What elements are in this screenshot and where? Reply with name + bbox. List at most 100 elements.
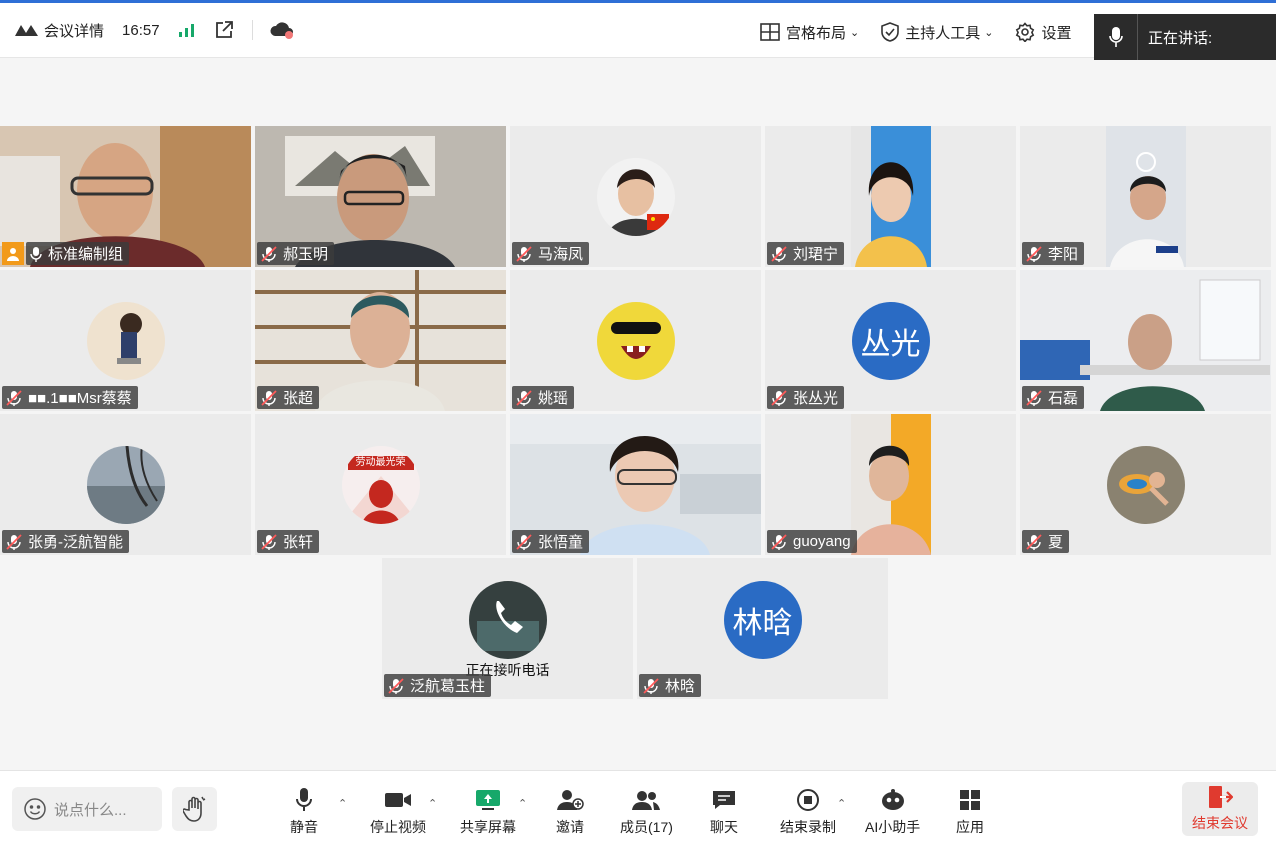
raise-hand-button[interactable] bbox=[172, 787, 217, 831]
speaking-indicator: 正在讲话: bbox=[1094, 14, 1276, 60]
members-label: 成员(17) bbox=[620, 819, 673, 835]
participant-tile[interactable]: guoyang bbox=[765, 414, 1016, 555]
participant-name-bar: 标准编制组 bbox=[26, 242, 130, 265]
muted-mic-icon bbox=[261, 245, 277, 262]
stop-video-button[interactable]: 停止视频 bbox=[370, 787, 426, 837]
participant-name: 张勇-泛航智能 bbox=[28, 534, 123, 551]
participant-name-bar: 张悟童 bbox=[512, 530, 590, 553]
bottom-toolbar: 说点什么... 静音 ⌃ 停止视频 ⌃ 共享屏幕 ⌃ 邀请 成员(17) 聊天 … bbox=[0, 770, 1276, 846]
participant-tile[interactable]: 马海凤 bbox=[510, 126, 761, 267]
mute-button[interactable]: 静音 bbox=[290, 787, 318, 837]
signal-icon[interactable] bbox=[178, 22, 196, 38]
host-badge-icon bbox=[2, 242, 24, 265]
popout-icon[interactable] bbox=[214, 20, 234, 40]
participant-avatar: 丛光 bbox=[851, 301, 930, 380]
muted-mic-icon bbox=[1026, 389, 1042, 406]
apps-grid-icon bbox=[959, 787, 981, 813]
share-screen-button[interactable]: 共享屏幕 bbox=[460, 787, 516, 837]
chat-icon bbox=[711, 787, 737, 813]
chevron-up-icon[interactable]: ⌃ bbox=[518, 797, 527, 810]
gear-icon bbox=[1016, 22, 1035, 42]
muted-mic-icon bbox=[771, 245, 787, 262]
invite-label: 邀请 bbox=[556, 819, 584, 835]
cloud-record-icon[interactable] bbox=[269, 20, 295, 40]
invite-button[interactable]: 邀请 bbox=[556, 787, 584, 837]
participant-name-bar: 夏 bbox=[1022, 530, 1070, 553]
participant-tile[interactable]: 李阳 bbox=[1020, 126, 1271, 267]
members-button[interactable]: 成员(17) bbox=[620, 787, 673, 837]
muted-mic-icon bbox=[6, 533, 22, 550]
participant-tile[interactable]: 张勇-泛航智能 bbox=[0, 414, 251, 555]
participant-tile[interactable]: 姚瑶 bbox=[510, 270, 761, 411]
meeting-logo-icon bbox=[15, 25, 38, 36]
end-meeting-label: 结束会议 bbox=[1192, 815, 1248, 831]
end-record-button[interactable]: 结束录制 bbox=[780, 787, 836, 837]
chevron-down-icon: ⌄ bbox=[850, 26, 860, 39]
host-tools-button[interactable]: 主持人工具 ⌄ bbox=[881, 22, 993, 43]
chat-button[interactable]: 聊天 bbox=[710, 787, 738, 837]
layout-label: 宫格布局 bbox=[786, 24, 847, 42]
muted-mic-icon bbox=[261, 533, 277, 550]
avatar-slogan: 劳动最光荣 bbox=[355, 456, 406, 468]
stop-video-label: 停止视频 bbox=[370, 819, 426, 835]
participant-name-bar: 张超 bbox=[257, 386, 320, 409]
robot-icon bbox=[880, 787, 906, 813]
muted-mic-icon bbox=[643, 677, 659, 694]
layout-button[interactable]: 宫格布局 ⌄ bbox=[760, 22, 859, 43]
participant-name-bar: 郝玉明 bbox=[257, 242, 335, 265]
meeting-details-button[interactable]: 会议详情 bbox=[14, 20, 104, 41]
participant-tile[interactable]: 郝玉明 bbox=[255, 126, 506, 267]
exit-icon bbox=[1209, 786, 1233, 808]
participant-name: 张轩 bbox=[283, 534, 314, 551]
end-record-label: 结束录制 bbox=[780, 819, 836, 835]
participant-tile[interactable]: 正在接听电话 泛航葛玉柱 bbox=[382, 558, 633, 699]
participant-tile[interactable]: 标准编制组 bbox=[0, 126, 251, 267]
muted-mic-icon bbox=[516, 389, 532, 406]
participant-name-bar: 刘珺宁 bbox=[767, 242, 845, 265]
participant-name: 张丛光 bbox=[793, 390, 839, 407]
ai-assistant-button[interactable]: AI小助手 bbox=[865, 787, 920, 837]
microphone-icon bbox=[1094, 14, 1138, 60]
participant-tile[interactable]: 夏 bbox=[1020, 414, 1271, 555]
participant-name: ■■.1■■Msr蔡蔡 bbox=[28, 390, 132, 407]
participant-name-bar: 石磊 bbox=[1022, 386, 1085, 409]
participant-avatar bbox=[86, 445, 165, 524]
meeting-details-label: 会议详情 bbox=[44, 22, 105, 40]
apps-button[interactable]: 应用 bbox=[956, 787, 984, 837]
chat-quick-input[interactable]: 说点什么... bbox=[12, 787, 162, 831]
muted-mic-icon bbox=[261, 389, 277, 406]
participant-tile[interactable]: 张悟童 bbox=[510, 414, 761, 555]
users-icon bbox=[632, 787, 661, 813]
participant-video bbox=[1105, 126, 1186, 267]
participant-tile[interactable]: 张超 bbox=[255, 270, 506, 411]
settings-label: 设置 bbox=[1041, 24, 1072, 42]
participant-name-bar: 张轩 bbox=[257, 530, 320, 553]
settings-button[interactable]: 设置 bbox=[1015, 22, 1071, 43]
chevron-up-icon[interactable]: ⌃ bbox=[338, 797, 347, 810]
participant-name-bar: 张勇-泛航智能 bbox=[2, 530, 129, 553]
participant-name: 标准编制组 bbox=[48, 246, 124, 263]
host-tools-label: 主持人工具 bbox=[905, 24, 981, 42]
participant-tile[interactable]: 丛光 张丛光 bbox=[765, 270, 1016, 411]
participant-name: 泛航葛玉柱 bbox=[410, 678, 486, 695]
meeting-time: 16:57 bbox=[122, 21, 160, 39]
participant-tile[interactable]: 劳动最光荣 张轩 bbox=[255, 414, 506, 555]
participant-name-bar: 李阳 bbox=[1022, 242, 1085, 265]
muted-mic-icon bbox=[516, 245, 532, 262]
participant-tile[interactable]: 林晗 林晗 bbox=[637, 558, 888, 699]
participant-name: 张超 bbox=[283, 390, 314, 407]
hand-icon bbox=[182, 796, 205, 822]
chevron-up-icon[interactable]: ⌃ bbox=[837, 797, 846, 810]
participant-tile[interactable]: 刘珺宁 bbox=[765, 126, 1016, 267]
participant-tile[interactable]: ■■.1■■Msr蔡蔡 bbox=[0, 270, 251, 411]
end-meeting-button[interactable]: 结束会议 bbox=[1182, 782, 1258, 836]
participant-name: 姚瑶 bbox=[538, 390, 569, 407]
participant-avatar bbox=[596, 301, 675, 380]
participant-tile[interactable]: 石磊 bbox=[1020, 270, 1271, 411]
ai-assistant-label: AI小助手 bbox=[865, 819, 921, 835]
participant-name-bar: 林晗 bbox=[639, 674, 702, 697]
chevron-up-icon[interactable]: ⌃ bbox=[428, 797, 437, 810]
participant-avatar bbox=[596, 157, 675, 236]
muted-mic-icon bbox=[771, 533, 787, 550]
chat-label: 聊天 bbox=[710, 819, 738, 835]
